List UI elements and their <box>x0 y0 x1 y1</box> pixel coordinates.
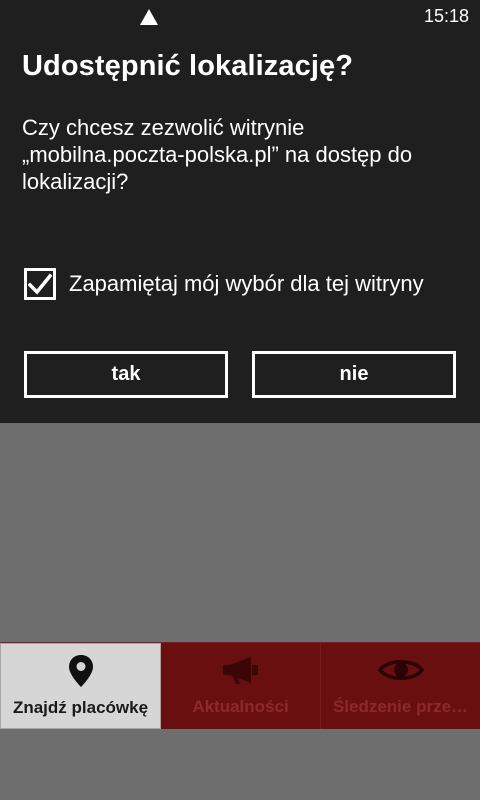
tab-label: Śledzenie prze… <box>332 697 469 716</box>
tab-find-branch[interactable]: Znajdź placówkę <box>0 643 161 729</box>
tab-tracking[interactable]: Śledzenie prze… <box>321 643 480 729</box>
content-background <box>0 729 480 800</box>
remember-choice-label: Zapamiętaj mój wybór dla tej witryny <box>69 271 424 296</box>
allow-button[interactable]: tak <box>24 351 228 398</box>
tab-news[interactable]: Aktualności <box>161 643 321 729</box>
tab-label: Aktualności <box>192 697 289 716</box>
dialog-message: Czy chcesz zezwolić witrynie „mobilna.po… <box>22 115 413 194</box>
megaphone-icon <box>221 653 261 687</box>
bottom-tab-bar: Znajdź placówkę Aktualności Śledzenie pr… <box>0 642 480 730</box>
checkmark-icon <box>28 273 52 295</box>
remember-choice-row[interactable]: Zapamiętaj mój wybór dla tej witryny <box>24 268 424 300</box>
remember-checkbox[interactable] <box>24 268 56 300</box>
tab-label: Znajdź placówkę <box>12 698 149 717</box>
status-bar: 15:18 <box>0 0 480 32</box>
signal-triangle-icon <box>140 9 158 25</box>
eye-icon <box>377 653 424 687</box>
status-clock: 15:18 <box>423 6 469 26</box>
map-pin-icon <box>68 654 94 688</box>
location-permission-dialog: 15:18 Udostępnić lokalizację? Czy chcesz… <box>0 0 480 423</box>
deny-button[interactable]: nie <box>252 351 456 398</box>
dialog-title: Udostępnić lokalizację? <box>22 50 354 82</box>
